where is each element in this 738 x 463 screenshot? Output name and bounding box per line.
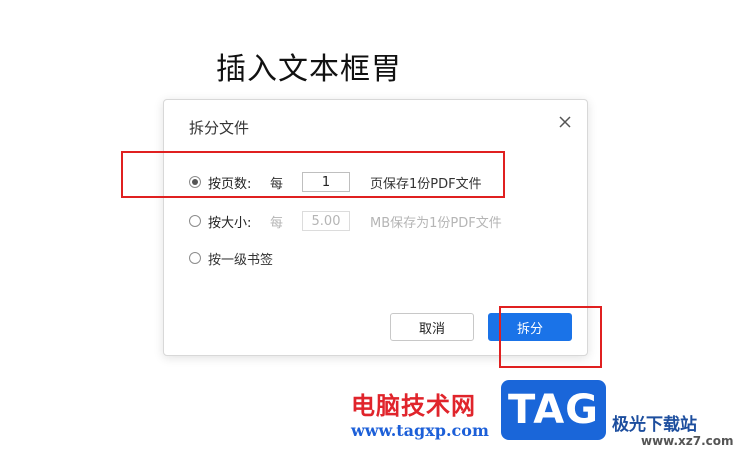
dialog-title: 拆分文件 [189,119,250,137]
option-label: 按一级书签 [208,252,274,268]
watermark-partner-name: 极光下载站 [612,415,697,435]
per-label: 每 [270,215,284,231]
option-by-pages[interactable]: 按页数: 每 页保存1份PDF文件 [189,171,482,193]
option-label: 按页数: [208,176,252,192]
radio-by-bookmark[interactable] [189,252,201,264]
split-button[interactable]: 拆分 [488,313,572,341]
option-by-bookmark[interactable]: 按一级书签 [189,247,273,269]
split-file-dialog: 拆分文件 按页数: 每 页保存1份PDF文件 按大小: 每 MB保存为1份PDF… [163,99,588,356]
document-heading: 插入文本框胃 [216,52,402,87]
radio-by-size[interactable] [189,215,201,227]
option-by-size[interactable]: 按大小: 每 MB保存为1份PDF文件 [189,210,502,232]
tag-logo: TAG [501,380,606,440]
watermark-site-url: www.tagxp.com [351,421,489,440]
pages-count-input[interactable] [302,172,350,192]
cancel-button[interactable]: 取消 [390,313,474,341]
option-suffix: MB保存为1份PDF文件 [370,215,502,231]
per-label: 每 [270,176,284,192]
watermark-partner-url: www.xz7.com [641,434,734,448]
size-input[interactable] [302,211,350,231]
radio-by-pages[interactable] [189,176,201,188]
watermark-site-name: 电脑技术网 [351,392,476,420]
close-icon[interactable] [557,114,573,130]
option-label: 按大小: [208,215,252,231]
option-suffix: 页保存1份PDF文件 [370,176,482,192]
